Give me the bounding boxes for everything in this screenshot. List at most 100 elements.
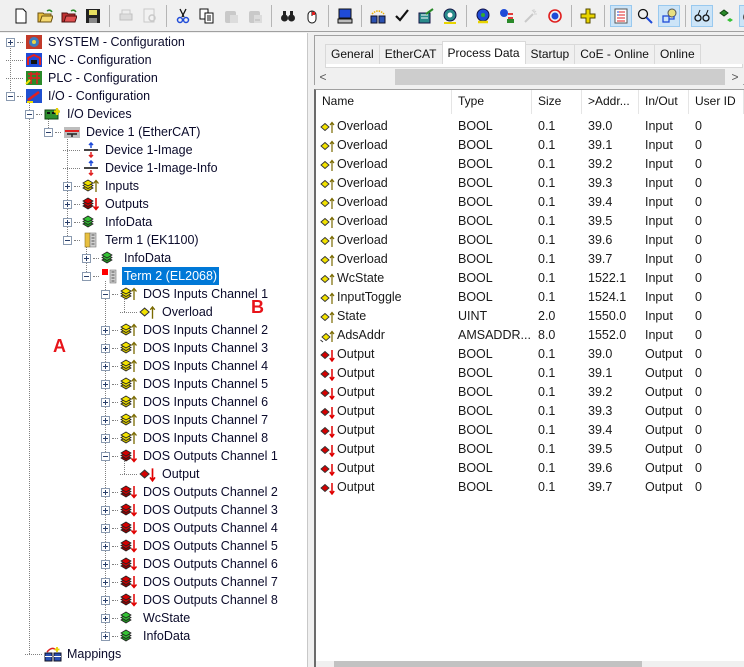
expand-toggle[interactable]	[63, 199, 72, 209]
expand-toggle[interactable]	[101, 505, 110, 515]
tree-item[interactable]: I/O Devices	[25, 105, 134, 123]
expand-toggle[interactable]	[101, 433, 110, 443]
watch-button[interactable]	[691, 4, 713, 27]
table-row[interactable]: Output BOOL 0.1 39.1 Output 0	[316, 364, 744, 383]
expand-toggle[interactable]	[63, 217, 72, 227]
expand-toggle[interactable]	[101, 487, 110, 497]
tree-item[interactable]: DOS Inputs Channel 7	[101, 411, 270, 429]
scroll-right-button[interactable]: >	[727, 69, 743, 85]
tab-startup[interactable]: Startup	[524, 44, 576, 64]
expand-toggle[interactable]	[101, 415, 110, 425]
tab-coe-online[interactable]: CoE - Online	[574, 44, 655, 64]
tree-item[interactable]: InfoData	[82, 249, 173, 267]
tree-item[interactable]: DOS Outputs Channel 2	[101, 483, 280, 501]
collapse-toggle[interactable]	[82, 271, 91, 281]
add-item-button[interactable]	[577, 5, 599, 27]
tab-ethercat[interactable]: EtherCAT	[378, 44, 443, 64]
tree-item[interactable]: DOS Inputs Channel 6	[101, 393, 270, 411]
tree-item[interactable]: Device 1-Image	[63, 141, 195, 159]
expand-toggle[interactable]	[101, 541, 110, 551]
help-iq-button[interactable]: IQ	[739, 4, 744, 27]
table-row[interactable]: AdsAddr AMSADDR... 8.0 1552.0 Input 0	[316, 326, 744, 345]
find-button[interactable]	[277, 5, 299, 27]
tree-item[interactable]: DOS Inputs Channel 4	[101, 357, 270, 375]
scan-devices-button[interactable]	[496, 5, 518, 27]
cut-button[interactable]	[172, 5, 194, 27]
tree-item[interactable]: PLC - Configuration	[6, 69, 160, 87]
table-row[interactable]: Overload BOOL 0.1 39.7 Input 0	[316, 250, 744, 269]
tree-item[interactable]: NC - Configuration	[6, 51, 154, 69]
tab-scrollbar[interactable]: < >	[315, 69, 743, 85]
activate-configuration-button[interactable]	[415, 5, 437, 27]
tree-item[interactable]: Mappings	[25, 645, 123, 663]
generate-mappings-button[interactable]	[367, 5, 389, 27]
tree-item[interactable]: Device 1 (EtherCAT)	[44, 123, 202, 141]
tree-item[interactable]: DOS Outputs Channel 1	[101, 447, 280, 465]
solution-tree[interactable]: SYSTEM - Configuration NC - Configuration…	[0, 33, 308, 667]
choose-target-button[interactable]	[334, 5, 356, 27]
table-row[interactable]: State UINT 2.0 1550.0 Input 0	[316, 307, 744, 326]
load-io-devices-button[interactable]	[472, 5, 494, 27]
expand-toggle[interactable]	[101, 559, 110, 569]
tree-item[interactable]: Term 2 (EL2068)	[82, 267, 220, 285]
copy-button[interactable]	[196, 5, 218, 27]
expand-toggle[interactable]	[101, 613, 110, 623]
table-row[interactable]: Overload BOOL 0.1 39.5 Input 0	[316, 212, 744, 231]
reload-button[interactable]	[544, 5, 566, 27]
collapse-toggle[interactable]	[44, 127, 53, 137]
tree-item[interactable]: DOS Outputs Channel 4	[101, 519, 280, 537]
table-row[interactable]: InputToggle BOOL 0.1 1524.1 Input 0	[316, 288, 744, 307]
expand-toggle[interactable]	[101, 577, 110, 587]
new-button[interactable]	[10, 5, 32, 27]
tree-item[interactable]: DOS Outputs Channel 3	[101, 501, 280, 519]
tree-item[interactable]: WcState	[101, 609, 192, 627]
restart-config-mode-button[interactable]	[439, 5, 461, 27]
tree-item[interactable]: Term 1 (EK1100)	[63, 231, 201, 249]
tree-item[interactable]: SYSTEM - Configuration	[6, 33, 187, 51]
table-row[interactable]: Output BOOL 0.1 39.4 Output 0	[316, 421, 744, 440]
tree-item[interactable]: DOS Outputs Channel 8	[101, 591, 280, 609]
zoom-button[interactable]	[634, 5, 656, 27]
expand-toggle[interactable]	[101, 523, 110, 533]
tree-item[interactable]: DOS Inputs Channel 3	[101, 339, 270, 357]
column-header-type[interactable]: Type	[452, 90, 532, 114]
table-row[interactable]: Output BOOL 0.1 39.6 Output 0	[316, 459, 744, 478]
table-row[interactable]: Output BOOL 0.1 39.7 Output 0	[316, 478, 744, 497]
mouse-button[interactable]	[301, 5, 323, 27]
tree-item[interactable]: Outputs	[63, 195, 151, 213]
table-row[interactable]: Overload BOOL 0.1 39.3 Input 0	[316, 174, 744, 193]
collapse-toggle[interactable]	[101, 451, 110, 461]
column-header-userid[interactable]: User ID	[689, 90, 744, 114]
toggle-button[interactable]	[715, 5, 737, 27]
expand-toggle[interactable]	[101, 397, 110, 407]
collapse-toggle[interactable]	[25, 109, 34, 119]
tree-item[interactable]: I/O - Configuration	[6, 87, 152, 105]
online-values-button[interactable]	[658, 4, 680, 27]
tree-item[interactable]: InfoData	[63, 213, 154, 231]
tree-item[interactable]: DOS Outputs Channel 5	[101, 537, 280, 555]
expand-toggle[interactable]	[101, 361, 110, 371]
expand-toggle[interactable]	[101, 631, 110, 641]
tree-item[interactable]: Inputs	[63, 177, 141, 195]
tree-item[interactable]: InfoData	[101, 627, 192, 645]
table-row[interactable]: Output BOOL 0.1 39.5 Output 0	[316, 440, 744, 459]
table-row[interactable]: Output BOOL 0.1 39.2 Output 0	[316, 383, 744, 402]
tab-process-data[interactable]: Process Data	[441, 41, 526, 64]
expand-toggle[interactable]	[63, 181, 72, 191]
table-row[interactable]: Output BOOL 0.1 39.3 Output 0	[316, 402, 744, 421]
list-scroll-thumb[interactable]	[334, 661, 642, 667]
column-header-addr[interactable]: >Addr...	[582, 90, 639, 114]
table-row[interactable]: Output BOOL 0.1 39.0 Output 0	[316, 345, 744, 364]
expand-toggle[interactable]	[101, 343, 110, 353]
collapse-toggle[interactable]	[101, 289, 110, 299]
expand-toggle[interactable]	[101, 379, 110, 389]
save-button[interactable]	[82, 5, 104, 27]
scroll-thumb[interactable]	[395, 69, 725, 85]
expand-toggle[interactable]	[82, 253, 91, 263]
tab-online[interactable]: Online	[653, 44, 701, 64]
expand-toggle[interactable]	[101, 325, 110, 335]
table-row[interactable]: Overload BOOL 0.1 39.0 Input 0	[316, 117, 744, 136]
column-header-name[interactable]: Name	[316, 90, 452, 114]
table-row[interactable]: Overload BOOL 0.1 39.1 Input 0	[316, 136, 744, 155]
table-row[interactable]: Overload BOOL 0.1 39.6 Input 0	[316, 231, 744, 250]
